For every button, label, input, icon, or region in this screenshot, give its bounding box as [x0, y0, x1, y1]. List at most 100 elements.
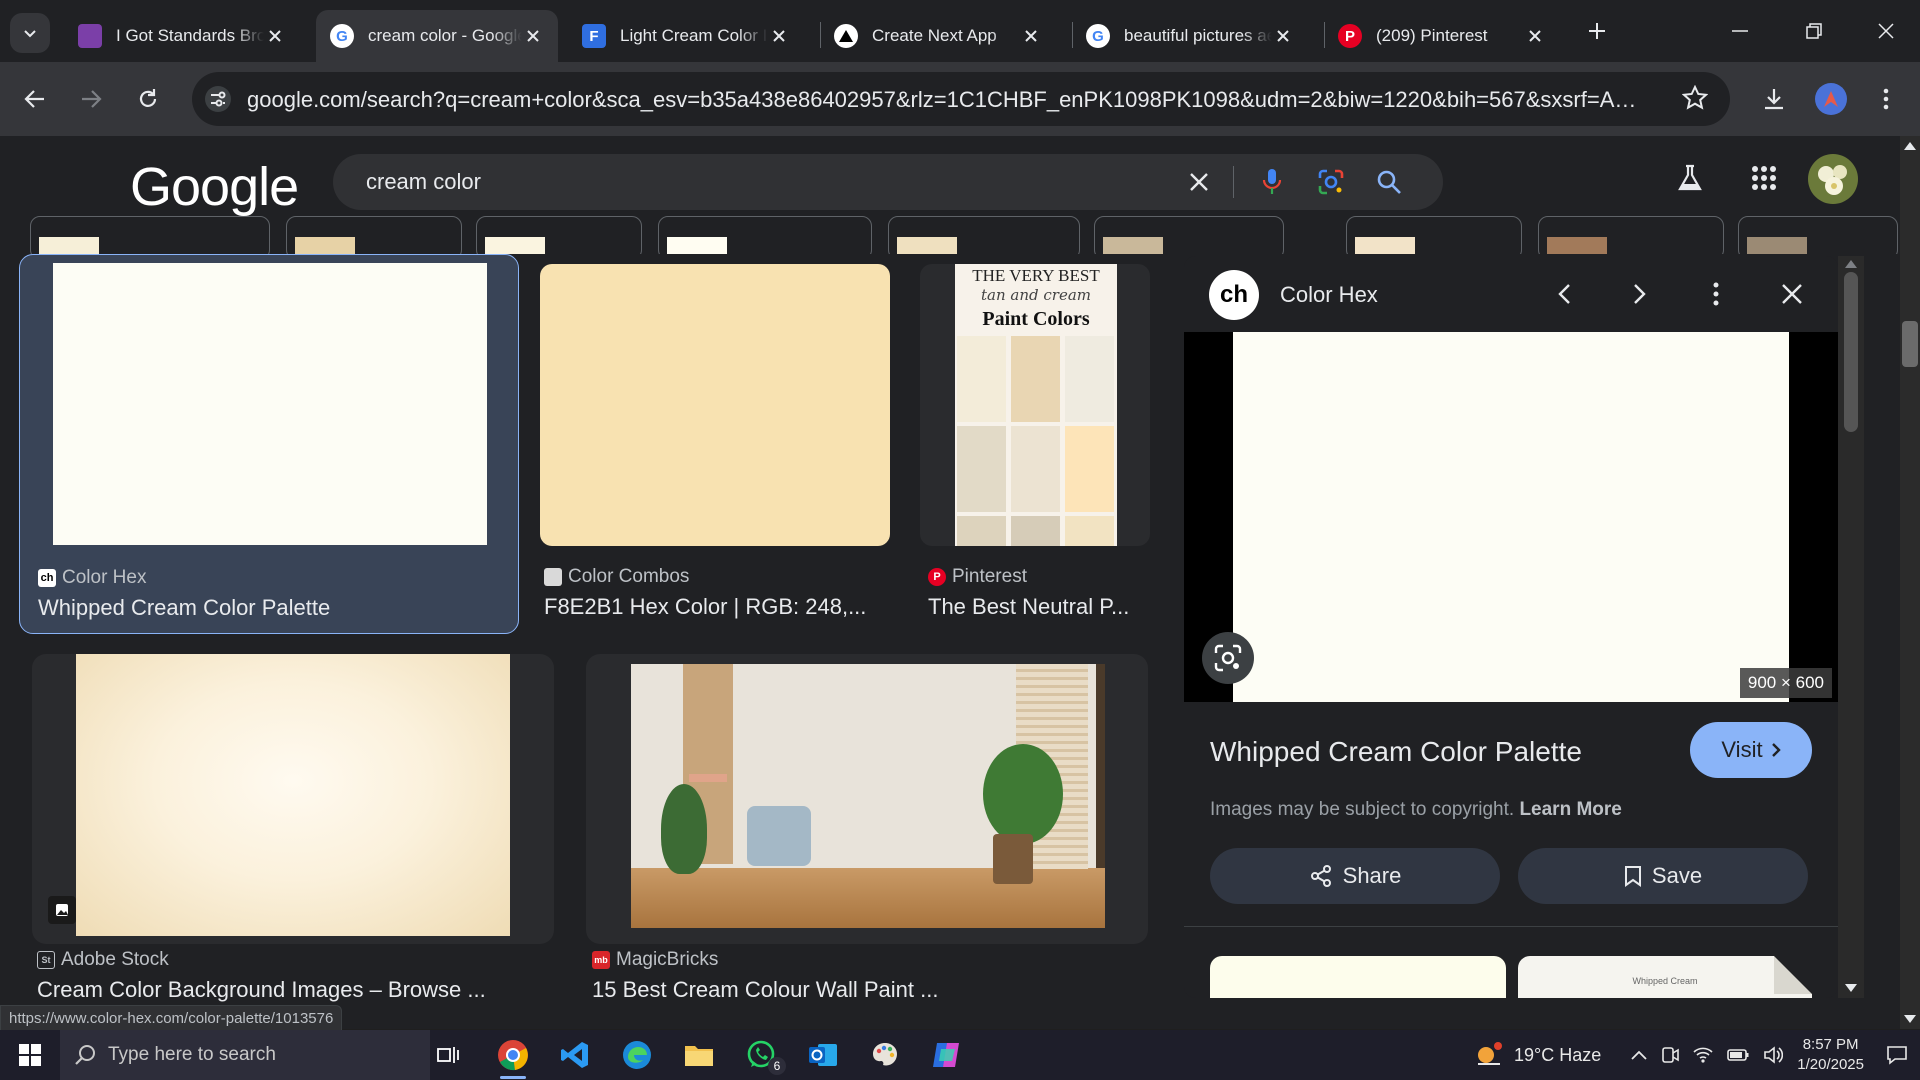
result-image[interactable] — [53, 263, 487, 545]
more-vert-icon[interactable] — [1698, 276, 1734, 312]
window-close-button[interactable] — [1858, 8, 1914, 54]
address-bar[interactable]: google.com/search?q=cream+color&sca_esv=… — [192, 72, 1730, 126]
close-icon[interactable] — [1774, 276, 1810, 312]
tab-i-got-standards[interactable]: I Got Standards Bro — [64, 10, 300, 62]
filter-chip[interactable] — [1346, 216, 1522, 254]
related-image[interactable] — [1210, 956, 1506, 998]
image-result-card[interactable] — [32, 654, 554, 944]
notifications-icon[interactable] — [1886, 1045, 1908, 1065]
downloads-button[interactable] — [1754, 79, 1794, 119]
panel-preview-image[interactable] — [1233, 332, 1789, 702]
result-title[interactable]: Whipped Cream Color Palette — [38, 595, 508, 621]
weather-icon[interactable] — [1474, 1042, 1504, 1068]
site-settings-icon[interactable] — [204, 85, 232, 113]
account-avatar[interactable] — [1808, 154, 1858, 204]
learn-more-link[interactable]: Learn More — [1519, 799, 1621, 820]
volume-icon[interactable] — [1763, 1046, 1784, 1064]
bookmark-star-icon[interactable] — [1682, 85, 1708, 111]
tab-search-button[interactable] — [10, 13, 50, 53]
battery-icon[interactable] — [1727, 1049, 1749, 1061]
filter-chip[interactable] — [658, 216, 872, 254]
image-result-card[interactable]: ch Color Hex Whipped Cream Color Palette — [19, 254, 519, 634]
apps-grid-icon[interactable] — [1744, 158, 1784, 198]
panel-title[interactable]: Whipped Cream Color Palette — [1210, 736, 1582, 768]
taskbar-search-box[interactable]: Type here to search — [60, 1030, 430, 1080]
chevron-up-icon[interactable] — [1631, 1050, 1647, 1060]
scroll-thumb[interactable] — [1844, 272, 1858, 432]
task-view-button[interactable] — [424, 1035, 474, 1075]
scroll-up-icon[interactable] — [1904, 142, 1916, 150]
weather-text[interactable]: 19°C Haze — [1514, 1045, 1601, 1066]
scroll-down-icon[interactable] — [1904, 1015, 1916, 1023]
tab-cream-color[interactable]: G cream color - Google Search — [316, 10, 558, 62]
filter-chip[interactable] — [888, 216, 1080, 254]
lens-search-icon[interactable] — [1202, 632, 1254, 684]
tab-beautiful-pictures[interactable]: G beautiful pictures ae — [1072, 10, 1308, 62]
result-title[interactable]: Cream Color Background Images – Browse .… — [37, 977, 537, 1003]
tab-create-next-app[interactable]: Create Next App — [820, 10, 1056, 62]
microphone-icon[interactable] — [1256, 166, 1288, 198]
filter-chip[interactable] — [1738, 216, 1898, 254]
result-title[interactable]: 15 Best Cream Colour Wall Paint ... — [592, 977, 1142, 1003]
filter-chip[interactable] — [286, 216, 462, 254]
result-title[interactable]: F8E2B1 Hex Color | RGB: 248,... — [544, 594, 884, 620]
result-image[interactable] — [631, 664, 1105, 928]
share-button[interactable]: Share — [1210, 848, 1500, 904]
related-image[interactable]: Whipped Cream — [1518, 956, 1812, 998]
search-input[interactable]: cream color — [366, 169, 481, 195]
chevron-right-icon[interactable] — [1622, 276, 1658, 312]
clock[interactable]: 8:57 PM 1/20/2025 — [1797, 1035, 1864, 1075]
paint-taskbar-button[interactable] — [860, 1035, 910, 1075]
result-image[interactable]: THE VERY BEST tan and cream Paint Colors — [955, 264, 1117, 546]
page-scrollbar[interactable] — [1900, 136, 1920, 1029]
filter-chip[interactable] — [476, 216, 642, 254]
close-icon[interactable] — [522, 25, 544, 47]
google-logo[interactable]: Google — [130, 156, 299, 218]
lens-icon[interactable] — [1315, 166, 1347, 198]
minimize-button[interactable] — [1712, 8, 1768, 54]
profile-button[interactable] — [1811, 79, 1851, 119]
chrome-menu-button[interactable] — [1866, 79, 1906, 119]
save-button[interactable]: Save — [1518, 848, 1808, 904]
scroll-thumb[interactable] — [1902, 321, 1918, 367]
site-logo-icon[interactable]: ch — [1209, 270, 1259, 320]
close-icon[interactable] — [1020, 25, 1042, 47]
close-icon[interactable] — [768, 25, 790, 47]
chrome-taskbar-button[interactable] — [488, 1035, 538, 1079]
meet-now-icon[interactable] — [1661, 1046, 1680, 1064]
image-result-card[interactable] — [586, 654, 1148, 944]
close-icon[interactable] — [1524, 25, 1546, 47]
vscode-taskbar-button[interactable] — [550, 1035, 600, 1075]
labs-flask-icon[interactable] — [1670, 158, 1710, 198]
tab-light-cream[interactable]: F Light Cream Color In — [568, 10, 804, 62]
scroll-up-icon[interactable] — [1845, 260, 1857, 268]
close-icon[interactable] — [1272, 25, 1294, 47]
result-image[interactable] — [540, 264, 890, 546]
filter-chip[interactable] — [1538, 216, 1724, 254]
search-icon[interactable] — [1373, 166, 1405, 198]
filter-chip[interactable] — [1094, 216, 1284, 254]
outlook-taskbar-button[interactable] — [798, 1035, 848, 1075]
whatsapp-taskbar-button[interactable]: 6 — [736, 1035, 786, 1075]
back-button[interactable] — [15, 79, 55, 119]
scroll-down-icon[interactable] — [1845, 984, 1857, 992]
tab-pinterest[interactable]: P (209) Pinterest — [1324, 10, 1560, 62]
restore-button[interactable] — [1786, 8, 1842, 54]
start-button[interactable] — [5, 1035, 55, 1075]
new-tab-button[interactable] — [1572, 8, 1622, 54]
panel-scrollbar[interactable] — [1838, 256, 1864, 998]
forward-button[interactable] — [71, 79, 111, 119]
panel-site-name[interactable]: Color Hex — [1280, 282, 1378, 308]
visit-button[interactable]: Visit — [1690, 722, 1812, 778]
wifi-icon[interactable] — [1693, 1047, 1713, 1063]
image-result-card[interactable]: Color Combos F8E2B1 Hex Color | RGB: 248… — [538, 264, 892, 644]
result-title[interactable]: The Best Neutral P... — [928, 594, 1150, 620]
filter-chip[interactable] — [30, 216, 270, 254]
edge-taskbar-button[interactable] — [612, 1035, 662, 1075]
search-box[interactable]: cream color — [333, 154, 1443, 210]
m365-taskbar-button[interactable] — [922, 1035, 972, 1075]
close-icon[interactable] — [264, 25, 286, 47]
result-image[interactable] — [76, 654, 510, 936]
clear-search-icon[interactable] — [1185, 168, 1213, 196]
chevron-left-icon[interactable] — [1546, 276, 1582, 312]
